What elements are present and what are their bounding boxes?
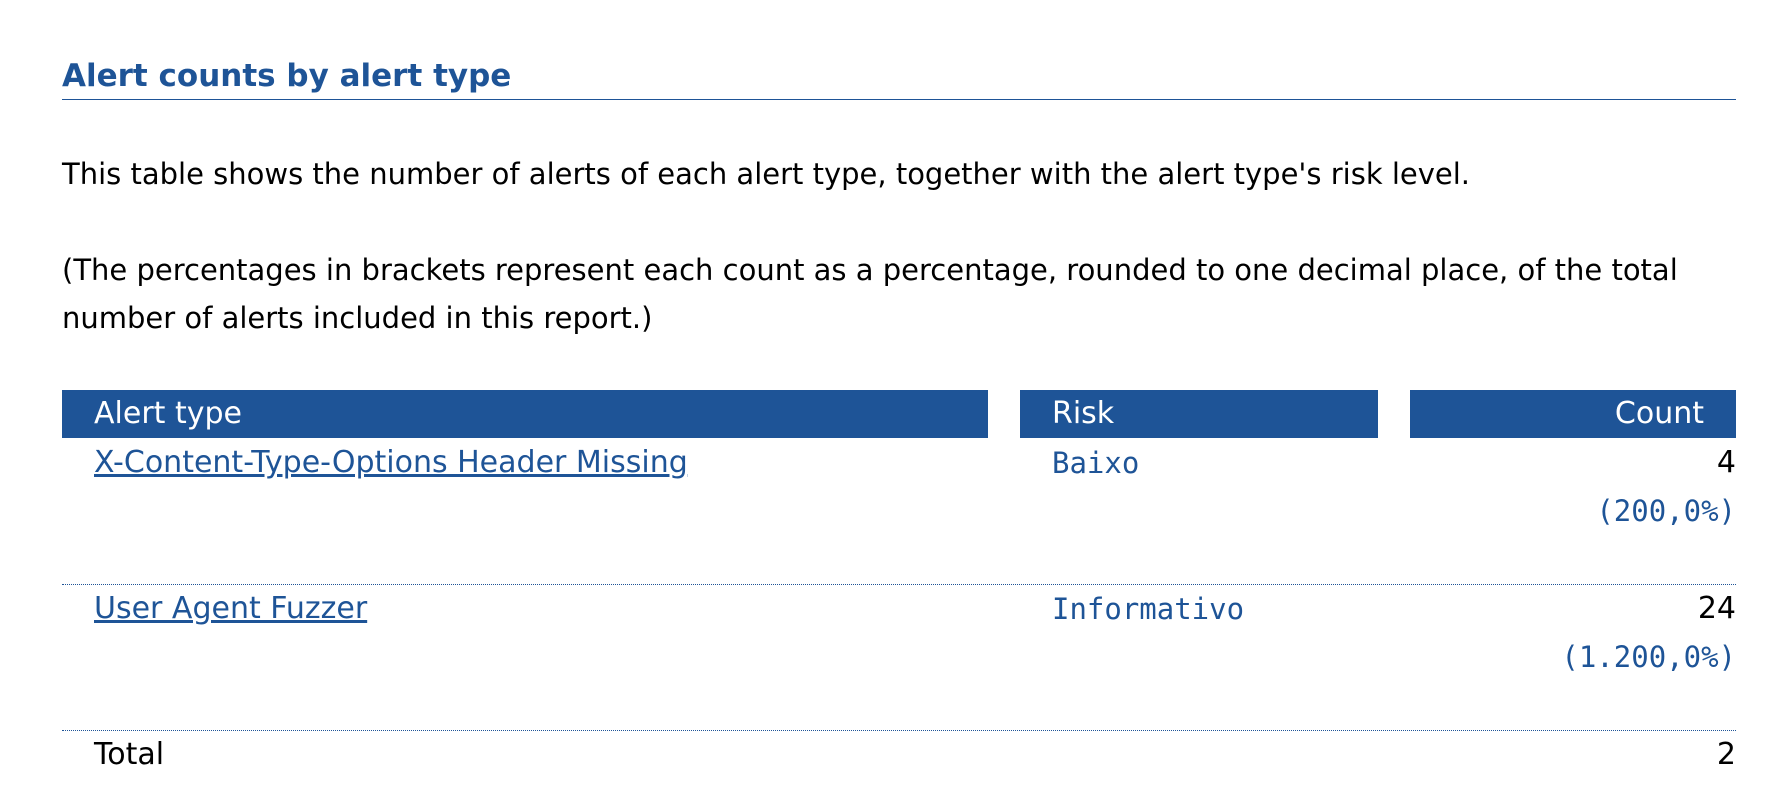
percentage-note-paragraph: (The percentages in brackets represent e…: [62, 253, 1678, 335]
alert-type-link[interactable]: User Agent Fuzzer: [94, 585, 367, 633]
risk-value: Baixo: [1052, 446, 1140, 480]
risk-value: Informativo: [1052, 592, 1245, 626]
column-header-count: Count: [1410, 390, 1736, 438]
count-percentage: (200,0%): [1596, 494, 1736, 528]
column-header-risk: Risk: [1020, 390, 1378, 438]
total-value: 2: [1716, 737, 1736, 772]
count-value: 24: [1697, 591, 1736, 626]
count-value: 4: [1716, 445, 1736, 480]
section-title: Alert counts by alert type: [62, 58, 512, 94]
column-header-alert-type: Alert type: [62, 390, 988, 438]
row-divider: [62, 730, 1736, 731]
alert-type-link[interactable]: X-Content-Type-Options Header Missing: [94, 439, 688, 487]
count-percentage: (1.200,0%): [1561, 640, 1736, 674]
title-underline: [62, 99, 1736, 100]
intro-paragraph: This table shows the number of alerts of…: [62, 157, 1471, 191]
total-label: Total: [94, 737, 165, 772]
report-page: Alert counts by alert type This table sh…: [0, 0, 1784, 806]
